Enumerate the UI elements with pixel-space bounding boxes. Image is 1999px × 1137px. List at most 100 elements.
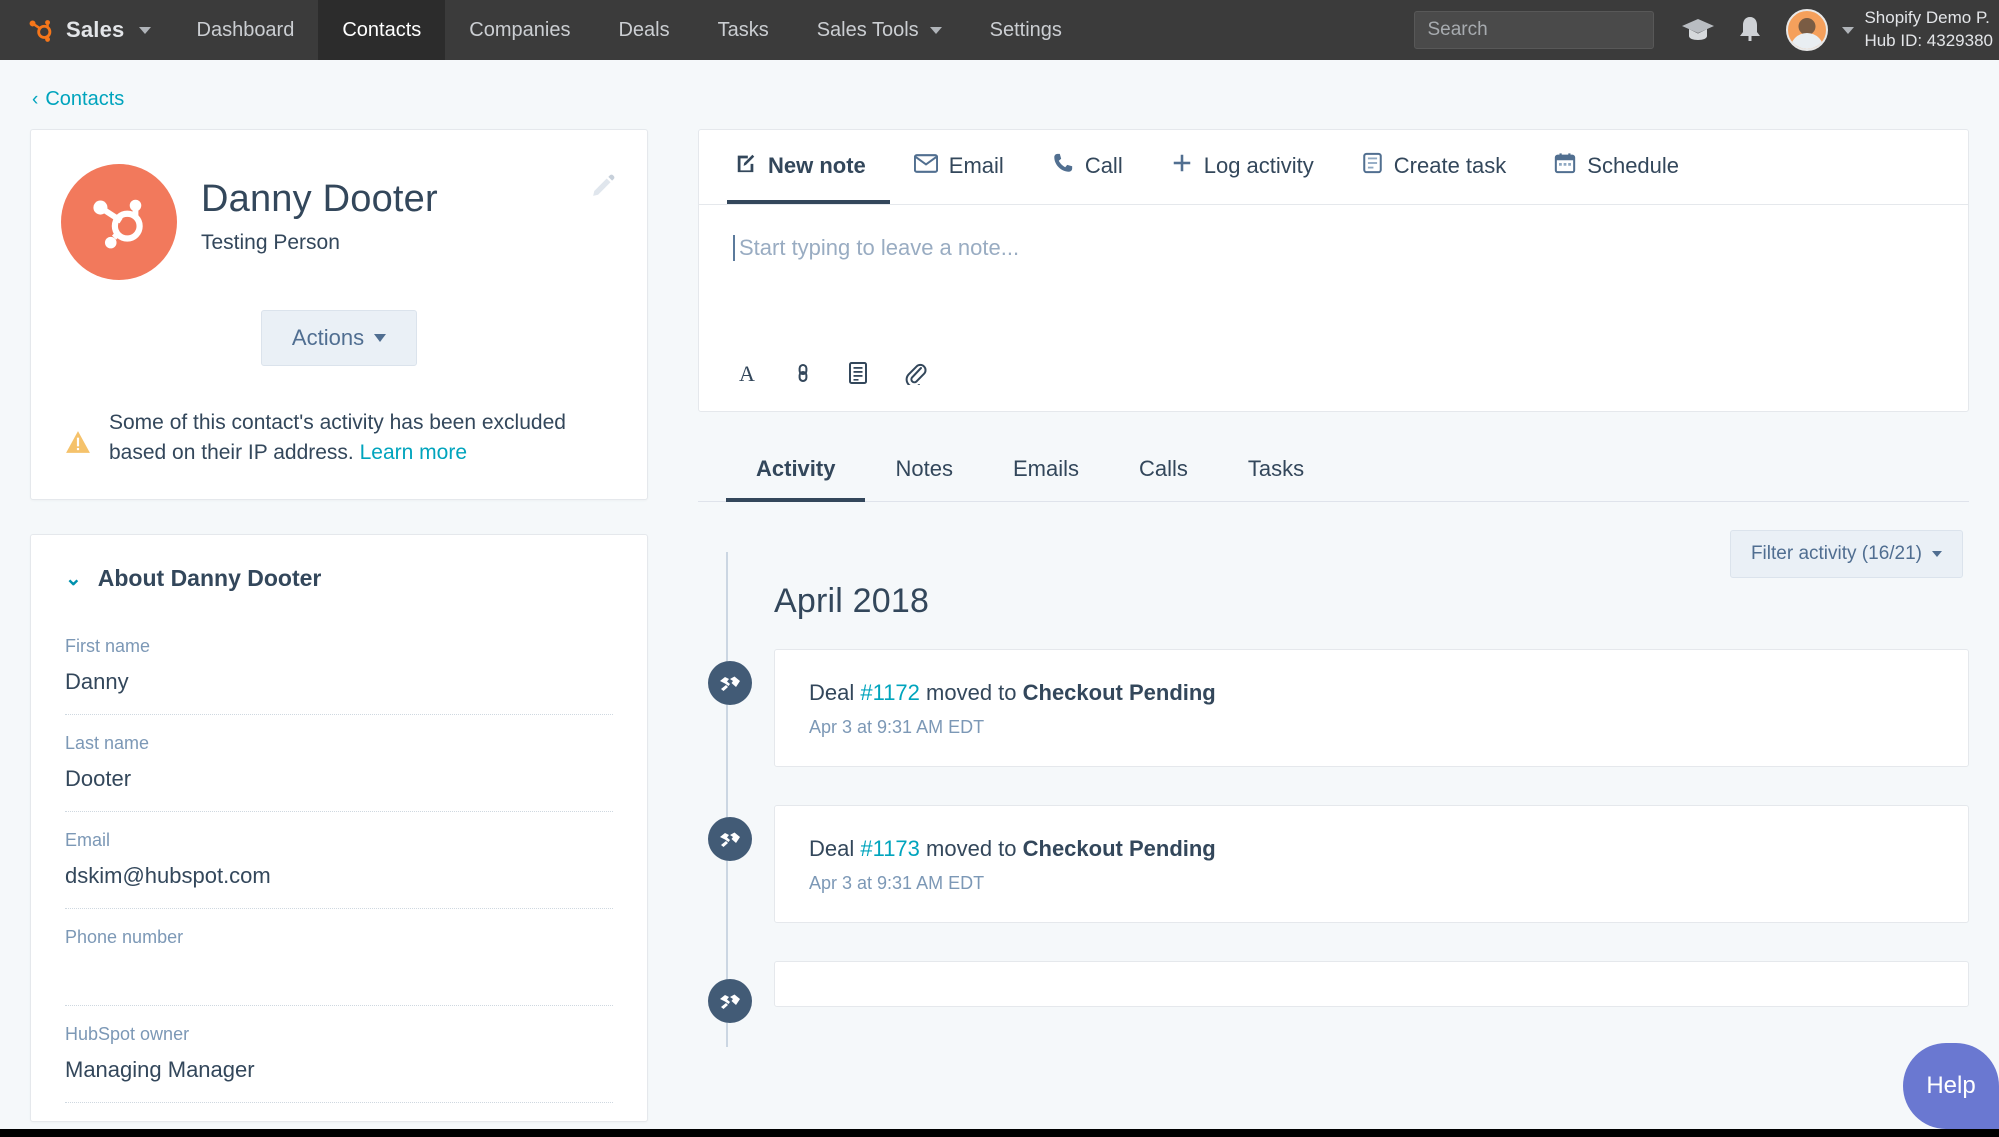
property-label: HubSpot owner [65, 1024, 613, 1045]
activity-tab-label: Calls [1139, 456, 1188, 481]
property-label: Phone number [65, 927, 613, 948]
warning-triangle-icon [65, 430, 91, 459]
page-title: Danny Dooter [201, 178, 438, 221]
timeline-event-card[interactable] [774, 961, 1969, 1007]
about-contact-card: ⌄ About Danny Dooter First name Danny La… [30, 534, 648, 1122]
property-row[interactable]: Last name Dooter [65, 733, 613, 812]
deal-stage: Checkout Pending [1023, 680, 1216, 705]
activity-timeline: April 2018 Deal #1172 moved to Checko [698, 552, 1969, 1007]
activity-tab-label: Tasks [1248, 456, 1304, 481]
composer-tab-create-task[interactable]: Create task [1338, 130, 1531, 204]
nav-item-label: Deals [618, 19, 669, 42]
tab-notes[interactable]: Notes [865, 438, 982, 502]
ip-exclusion-alert: Some of this contact's activity has been… [61, 408, 617, 469]
handshake-deal-icon [708, 661, 752, 705]
contact-subtitle: Testing Person [201, 231, 438, 255]
bottom-edge-bar [0, 1129, 1999, 1137]
tab-tasks[interactable]: Tasks [1218, 438, 1334, 502]
nav-item-label: Contacts [342, 19, 421, 42]
academy-cap-icon[interactable] [1676, 8, 1720, 52]
timeline-item: Deal #1173 moved to Checkout Pending Apr… [774, 805, 1969, 923]
brand-sales-menu[interactable]: Sales [0, 0, 173, 60]
activity-tab-label: Activity [756, 456, 835, 481]
tab-activity[interactable]: Activity [726, 438, 865, 502]
timeline-event-card[interactable]: Deal #1172 moved to Checkout Pending Apr… [774, 649, 1969, 767]
event-middle: moved to [920, 680, 1023, 705]
property-value [65, 960, 613, 987]
template-document-icon[interactable] [847, 361, 869, 385]
handshake-deal-icon [708, 979, 752, 1023]
timeline-event-card[interactable]: Deal #1173 moved to Checkout Pending Apr… [774, 805, 1969, 923]
nav-item-tasks[interactable]: Tasks [694, 0, 793, 60]
property-row[interactable]: HubSpot owner Managing Manager [65, 1024, 613, 1103]
task-card-icon [1362, 152, 1383, 180]
timeline-item-partial [774, 961, 1969, 1007]
alert-message: Some of this contact's activity has been… [109, 408, 613, 469]
help-label: Help [1926, 1072, 1975, 1100]
nav-item-label: Tasks [718, 19, 769, 42]
learn-more-link[interactable]: Learn more [360, 441, 467, 464]
edit-pencil-icon[interactable] [591, 172, 617, 203]
property-row[interactable]: Email dskim@hubspot.com [65, 830, 613, 909]
chevron-down-icon [930, 27, 942, 34]
plus-icon [1171, 152, 1193, 180]
timeline-event-title: Deal #1173 moved to Checkout Pending [809, 834, 1938, 865]
note-editor-area[interactable]: Start typing to leave a note... [699, 205, 1968, 355]
breadcrumb-back-to-contacts[interactable]: ‹ Contacts [30, 60, 1969, 129]
timeline-connector-line [726, 552, 728, 1047]
activity-tab-label: Emails [1013, 456, 1079, 481]
paperclip-attachment-icon[interactable] [903, 361, 927, 385]
contact-profile-card: Danny Dooter Testing Person Actio [30, 129, 648, 500]
bell-icon[interactable] [1728, 8, 1772, 52]
composer-tab-call[interactable]: Call [1028, 130, 1147, 204]
deal-link[interactable]: #1173 [860, 836, 920, 861]
avatar [1786, 9, 1828, 51]
envelope-icon [914, 153, 938, 179]
composer-tab-label: Email [949, 153, 1004, 179]
tab-emails[interactable]: Emails [983, 438, 1109, 502]
phone-icon [1052, 152, 1074, 180]
activity-tab-label: Notes [895, 456, 952, 481]
deal-link[interactable]: #1172 [860, 680, 920, 705]
account-hub-id: Hub ID: 4329380 [1864, 30, 1993, 53]
actions-dropdown-button[interactable]: Actions [261, 310, 417, 366]
nav-item-label: Companies [469, 19, 570, 42]
nav-item-deals[interactable]: Deals [594, 0, 693, 60]
deal-stage: Checkout Pending [1023, 836, 1216, 861]
composer-tab-label: New note [768, 153, 866, 179]
nav-item-companies[interactable]: Companies [445, 0, 594, 60]
hubspot-sprocket-logo-icon [26, 15, 56, 45]
composer-tab-new-note[interactable]: New note [727, 130, 890, 204]
property-value: Danny [65, 669, 613, 696]
nav-item-dashboard[interactable]: Dashboard [173, 0, 319, 60]
tab-calls[interactable]: Calls [1109, 438, 1218, 502]
brand-label: Sales [66, 17, 125, 43]
help-button[interactable]: Help [1903, 1043, 1999, 1129]
composer-tab-label: Schedule [1587, 153, 1679, 179]
search-input[interactable]: Search [1414, 11, 1654, 49]
composer-tab-schedule[interactable]: Schedule [1530, 130, 1703, 204]
chevron-down-icon: ⌄ [65, 566, 82, 591]
about-section-toggle[interactable]: ⌄ About Danny Dooter [65, 565, 613, 592]
nav-item-contacts[interactable]: Contacts [318, 0, 445, 60]
handshake-deal-icon [708, 817, 752, 861]
font-format-icon[interactable]: A [735, 361, 759, 385]
svg-text:A: A [739, 361, 755, 385]
nav-item-settings[interactable]: Settings [966, 0, 1086, 60]
main-content-column: New note Email [698, 129, 1969, 1045]
composer-tab-email[interactable]: Email [890, 130, 1028, 204]
property-row[interactable]: First name Danny [65, 636, 613, 715]
property-value: Dooter [65, 766, 613, 793]
composer-tab-log-activity[interactable]: Log activity [1147, 130, 1338, 204]
note-pencil-icon [735, 152, 757, 180]
nav-item-label: Dashboard [197, 19, 295, 42]
about-section-title: About Danny Dooter [98, 565, 322, 592]
user-avatar-menu[interactable] [1786, 9, 1854, 51]
breadcrumb-label: Contacts [45, 88, 124, 111]
nav-item-sales-tools[interactable]: Sales Tools [793, 0, 966, 60]
account-info: Shopify Demo P. Hub ID: 4329380 [1864, 7, 1999, 53]
note-editor-toolbar: A [699, 355, 1968, 411]
property-row[interactable]: Phone number [65, 927, 613, 1006]
property-value: Managing Manager [65, 1057, 613, 1084]
link-icon[interactable] [793, 361, 813, 385]
